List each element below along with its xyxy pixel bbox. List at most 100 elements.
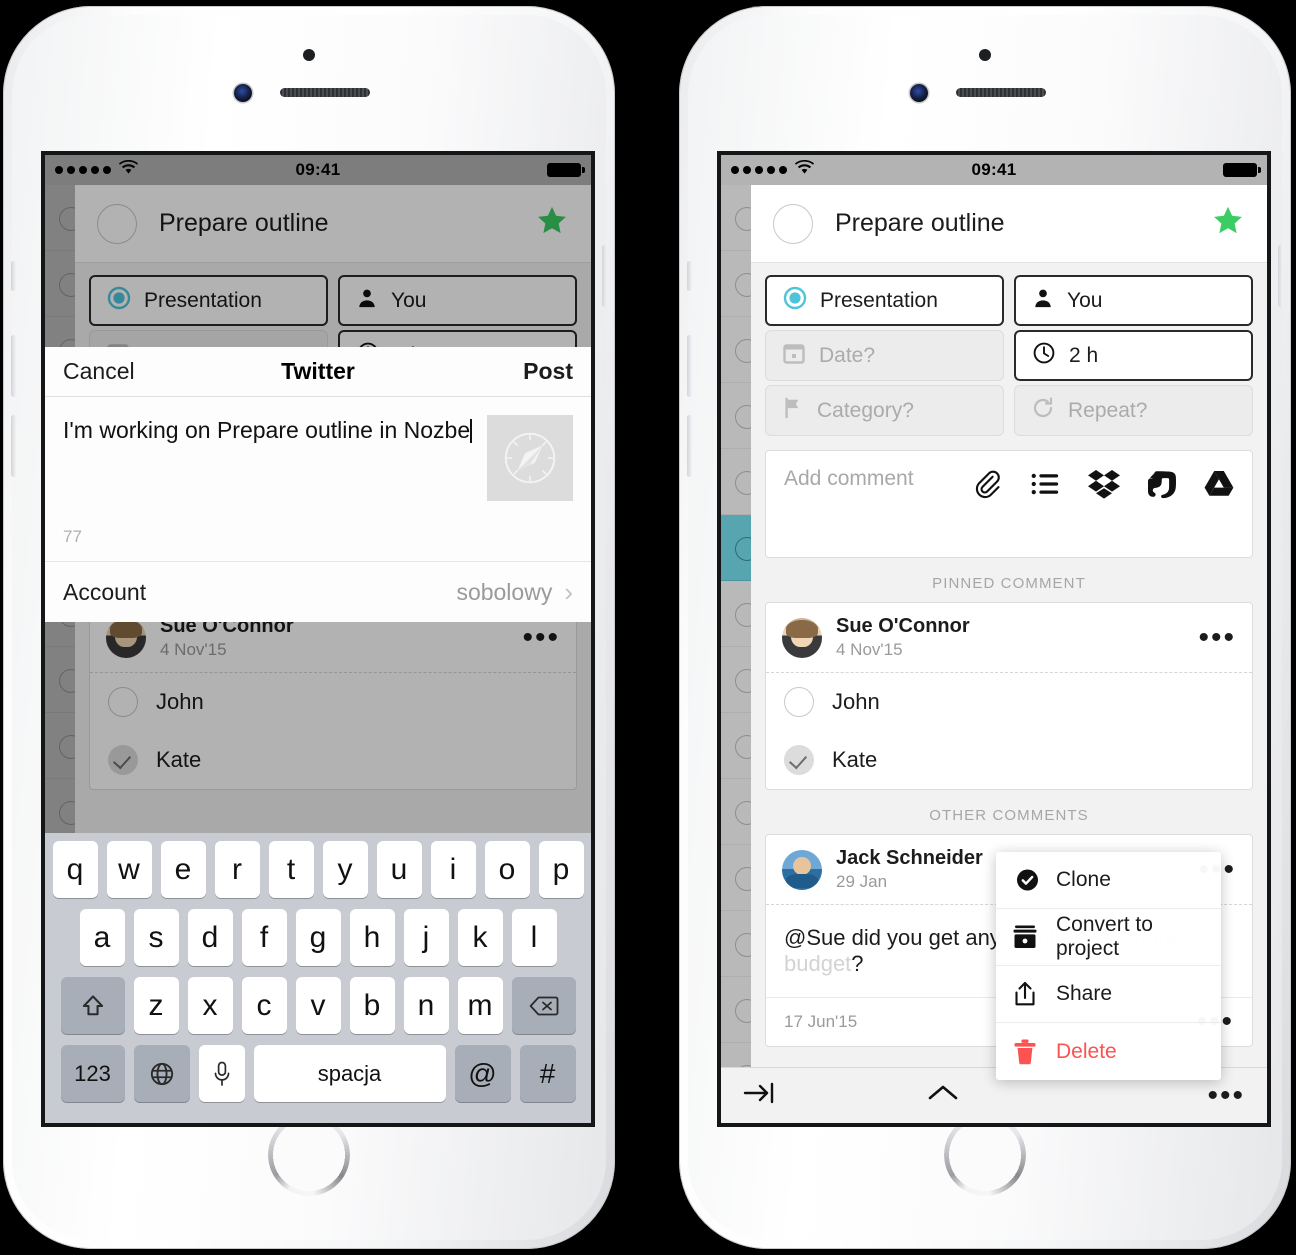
- twitter-compose-body: I'm working on Prepare outline in Nozbe: [45, 397, 591, 501]
- phone-right-body: 09:41 Prepare outline Presentation You D…: [687, 15, 1283, 1240]
- list-item[interactable]: [721, 779, 759, 845]
- paperclip-icon[interactable]: [972, 469, 1002, 504]
- key-z[interactable]: z: [133, 977, 179, 1034]
- comment-header: Sue O'Connor 4 Nov'15 •••: [766, 603, 1252, 673]
- background-task-list[interactable]: [721, 185, 759, 1123]
- pinned-comment-card: Sue O'Connor 4 Nov'15 ••• John Kate: [765, 602, 1253, 790]
- more-dots-icon[interactable]: •••: [1198, 622, 1236, 652]
- list-item[interactable]: [721, 449, 759, 515]
- more-dots-icon[interactable]: •••: [1207, 1080, 1245, 1110]
- star-icon[interactable]: [1211, 204, 1245, 243]
- checklist-icon[interactable]: [1030, 469, 1060, 504]
- attr-assignee[interactable]: You: [1014, 275, 1253, 326]
- list-item[interactable]: [721, 581, 759, 647]
- silent-switch[interactable]: [687, 261, 692, 291]
- checklist-item[interactable]: John: [766, 673, 1252, 731]
- power-button[interactable]: [602, 245, 607, 307]
- menu-item-delete[interactable]: Delete: [996, 1023, 1221, 1080]
- microphone-icon[interactable]: [198, 1045, 245, 1102]
- key-p[interactable]: p: [538, 841, 584, 898]
- key-r[interactable]: r: [214, 841, 260, 898]
- list-item[interactable]: [721, 251, 759, 317]
- key-l[interactable]: l: [511, 909, 557, 966]
- attr-project[interactable]: Presentation: [765, 275, 1004, 326]
- backspace-icon[interactable]: [511, 977, 576, 1034]
- key-i[interactable]: i: [430, 841, 476, 898]
- key-n[interactable]: n: [403, 977, 449, 1034]
- attr-category[interactable]: Category?: [765, 385, 1004, 436]
- menu-item-convert-label: Convert to project: [1056, 913, 1153, 960]
- attr-date[interactable]: Date?: [765, 330, 1004, 381]
- key-j[interactable]: j: [403, 909, 449, 966]
- menu-item-share-label: Share: [1056, 982, 1113, 1005]
- checkbox-unchecked-icon[interactable]: [784, 687, 814, 717]
- key-a[interactable]: a: [79, 909, 125, 966]
- status-bar: 09:41: [721, 155, 1267, 185]
- globe-icon[interactable]: [133, 1045, 190, 1102]
- task-complete-checkbox[interactable]: [773, 203, 813, 244]
- key-x[interactable]: x: [187, 977, 233, 1034]
- key-o[interactable]: o: [484, 841, 530, 898]
- list-item[interactable]: [721, 845, 759, 911]
- checkbox-checked-icon[interactable]: [784, 745, 814, 775]
- key-d[interactable]: d: [187, 909, 233, 966]
- list-item[interactable]: [721, 713, 759, 779]
- key-q[interactable]: q: [52, 841, 98, 898]
- volume-up-button[interactable]: [11, 335, 16, 397]
- key-h[interactable]: h: [349, 909, 395, 966]
- list-item[interactable]: [721, 317, 759, 383]
- pinned-comment-label: PINNED COMMENT: [932, 575, 1086, 592]
- key-v[interactable]: v: [295, 977, 341, 1034]
- key-e[interactable]: e: [160, 841, 206, 898]
- indent-arrow-icon[interactable]: [743, 1080, 777, 1111]
- volume-down-button[interactable]: [11, 415, 16, 477]
- home-button[interactable]: [944, 1114, 1026, 1196]
- key-s[interactable]: s: [133, 909, 179, 966]
- silent-switch[interactable]: [11, 261, 16, 291]
- volume-down-button[interactable]: [687, 415, 692, 477]
- volume-up-button[interactable]: [687, 335, 692, 397]
- key-f[interactable]: f: [241, 909, 287, 966]
- key-y[interactable]: y: [322, 841, 368, 898]
- list-item[interactable]: [721, 383, 759, 449]
- add-comment-box[interactable]: Add comment: [765, 450, 1253, 558]
- hash-key[interactable]: #: [519, 1045, 576, 1102]
- comment-date: 29 Jan: [836, 872, 888, 891]
- shift-icon[interactable]: [60, 977, 125, 1034]
- key-c[interactable]: c: [241, 977, 287, 1034]
- google-drive-icon[interactable]: [1204, 470, 1234, 503]
- at-key[interactable]: @: [454, 1045, 511, 1102]
- key-k[interactable]: k: [457, 909, 503, 966]
- account-row[interactable]: Account sobolowy ›: [45, 562, 591, 622]
- evernote-icon[interactable]: [1148, 469, 1176, 504]
- list-item[interactable]: [721, 185, 759, 251]
- dropbox-icon[interactable]: [1088, 469, 1120, 504]
- menu-item-convert-to-project[interactable]: Convert to project: [996, 909, 1221, 966]
- attr-time[interactable]: 2 h: [1014, 330, 1253, 381]
- chevron-up-icon[interactable]: [927, 1082, 959, 1109]
- key-t[interactable]: t: [268, 841, 314, 898]
- onscreen-keyboard[interactable]: q w e r t y u i o p a s d f g h j k l z …: [45, 833, 591, 1123]
- clone-icon: [1012, 867, 1038, 893]
- home-button[interactable]: [268, 1114, 350, 1196]
- power-button[interactable]: [1278, 245, 1283, 307]
- list-item[interactable]: [721, 647, 759, 713]
- key-w[interactable]: w: [106, 841, 152, 898]
- menu-item-share[interactable]: Share: [996, 966, 1221, 1023]
- key-b[interactable]: b: [349, 977, 395, 1034]
- checklist-item[interactable]: Kate: [766, 731, 1252, 789]
- attr-repeat[interactable]: Repeat?: [1014, 385, 1253, 436]
- attr-date-label: Date?: [819, 343, 876, 367]
- list-item[interactable]: [721, 977, 759, 1043]
- numbers-key[interactable]: 123: [60, 1045, 125, 1102]
- space-key[interactable]: spacja: [253, 1045, 446, 1102]
- task-attributes: Presentation You Date?: [751, 263, 1267, 436]
- context-menu: Clone Convert to project Share Delete: [996, 852, 1221, 1080]
- list-item-selected[interactable]: [721, 515, 759, 581]
- key-u[interactable]: u: [376, 841, 422, 898]
- tweet-text-input[interactable]: I'm working on Prepare outline in Nozbe: [63, 415, 475, 501]
- list-item[interactable]: [721, 911, 759, 977]
- menu-item-clone[interactable]: Clone: [996, 852, 1221, 909]
- key-g[interactable]: g: [295, 909, 341, 966]
- key-m[interactable]: m: [457, 977, 503, 1034]
